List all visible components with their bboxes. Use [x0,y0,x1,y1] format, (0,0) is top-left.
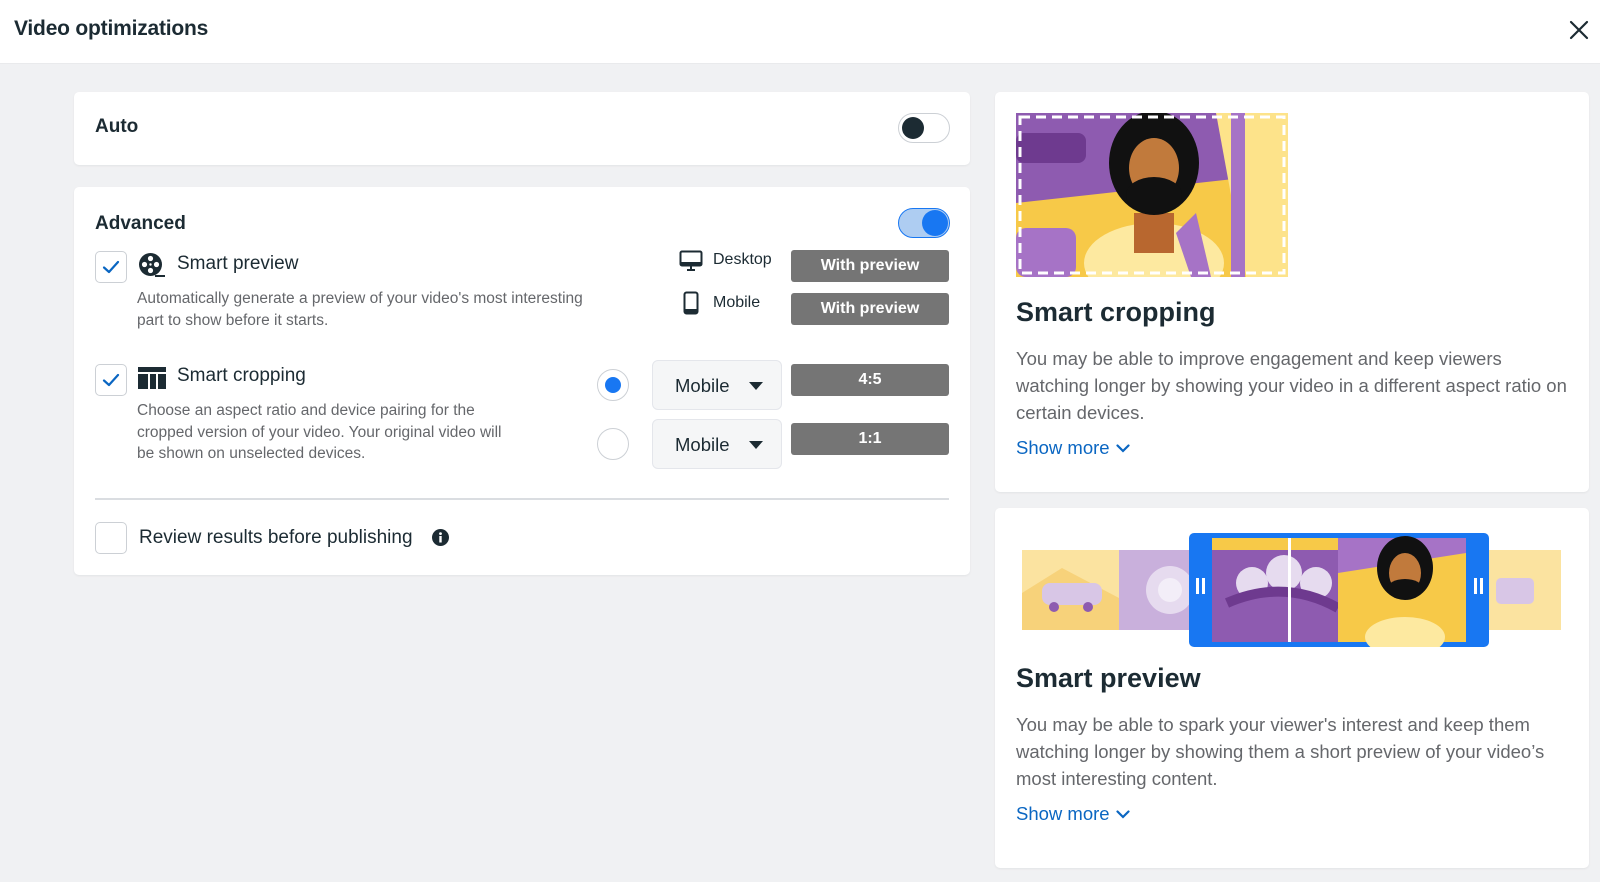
advanced-card: Advanced Smart preview Automatically gen… [74,187,970,575]
show-more-label: Show more [1016,803,1110,824]
smart-cropping-label: Smart cropping [177,365,306,386]
film-reel-icon [139,253,165,277]
mobile-label: Mobile [713,294,761,311]
checkmark-icon [102,260,120,274]
info-icon[interactable] [432,529,449,546]
advanced-label: Advanced [95,213,186,234]
dialog-title: Video optimizations [14,17,209,40]
crop-ratio-button-2[interactable]: 1:1 [791,423,949,455]
toggle-knob [922,210,948,236]
description-line: Automatically generate a preview of your… [137,290,583,307]
dialog-header: Video optimizations [0,0,1600,64]
close-icon [1569,20,1589,40]
smart-preview-title: Smart preview [1016,663,1201,693]
close-button[interactable] [1565,16,1593,44]
auto-label: Auto [95,116,139,137]
desktop-icon [679,250,703,271]
description-line: Choose an aspect ratio and device pairin… [137,402,475,419]
smart-cropping-show-more[interactable]: Show more [1016,437,1130,459]
mobile-preview-button[interactable]: With preview [791,293,949,325]
review-label: Review results before publishing [139,527,413,548]
smart-cropping-description: Choose an aspect ratio and device pairin… [137,400,501,465]
radio-selected-dot [604,376,621,393]
desktop-preview-button[interactable]: With preview [791,250,949,282]
mobile-icon [683,291,699,315]
toggle-knob [902,117,924,139]
review-checkbox[interactable] [95,522,127,554]
smart-preview-illustration [1022,533,1561,647]
smart-preview-text: You may be able to spark your viewer's i… [1016,714,1545,789]
crop-option-radio-2[interactable] [597,428,629,460]
checkmark-icon [102,373,120,387]
smart-cropping-checkbox[interactable] [95,364,127,396]
caret-down-icon [749,441,763,449]
smart-preview-info-card: Smart preview You may be able to spark y… [995,508,1589,868]
chevron-down-icon [1115,443,1130,453]
show-more-label: Show more [1016,437,1110,458]
smart-preview-label: Smart preview [177,253,299,274]
smart-cropping-info-card: Smart cropping You may be able to improv… [995,92,1589,492]
desktop-label: Desktop [713,251,772,268]
smart-preview-description: Automatically generate a preview of your… [137,288,583,331]
smart-preview-checkbox[interactable] [95,251,127,283]
crop-device-dropdown-2[interactable]: Mobile [652,419,782,469]
dropdown-value: Mobile [675,434,730,455]
divider [95,498,949,500]
crop-ratio-button-1[interactable]: 4:5 [791,364,949,396]
crop-layout-icon [138,367,166,389]
smart-cropping-title: Smart cropping [1016,297,1216,327]
smart-preview-show-more[interactable]: Show more [1016,803,1130,825]
advanced-toggle[interactable] [898,208,950,238]
crop-option-radio-1[interactable] [597,369,629,401]
crop-device-dropdown-1[interactable]: Mobile [652,360,782,410]
smart-cropping-text: You may be able to improve engagement an… [1016,348,1567,423]
auto-toggle[interactable] [898,113,950,143]
caret-down-icon [749,382,763,390]
description-line: part to show before it starts. [137,311,329,329]
description-line: cropped version of your video. Your orig… [137,423,502,441]
description-line: be shown on unselected devices. [137,445,366,462]
chevron-down-icon [1115,809,1130,819]
smart-cropping-illustration [1016,113,1288,277]
dropdown-value: Mobile [675,375,730,396]
auto-card: Auto [74,92,970,165]
